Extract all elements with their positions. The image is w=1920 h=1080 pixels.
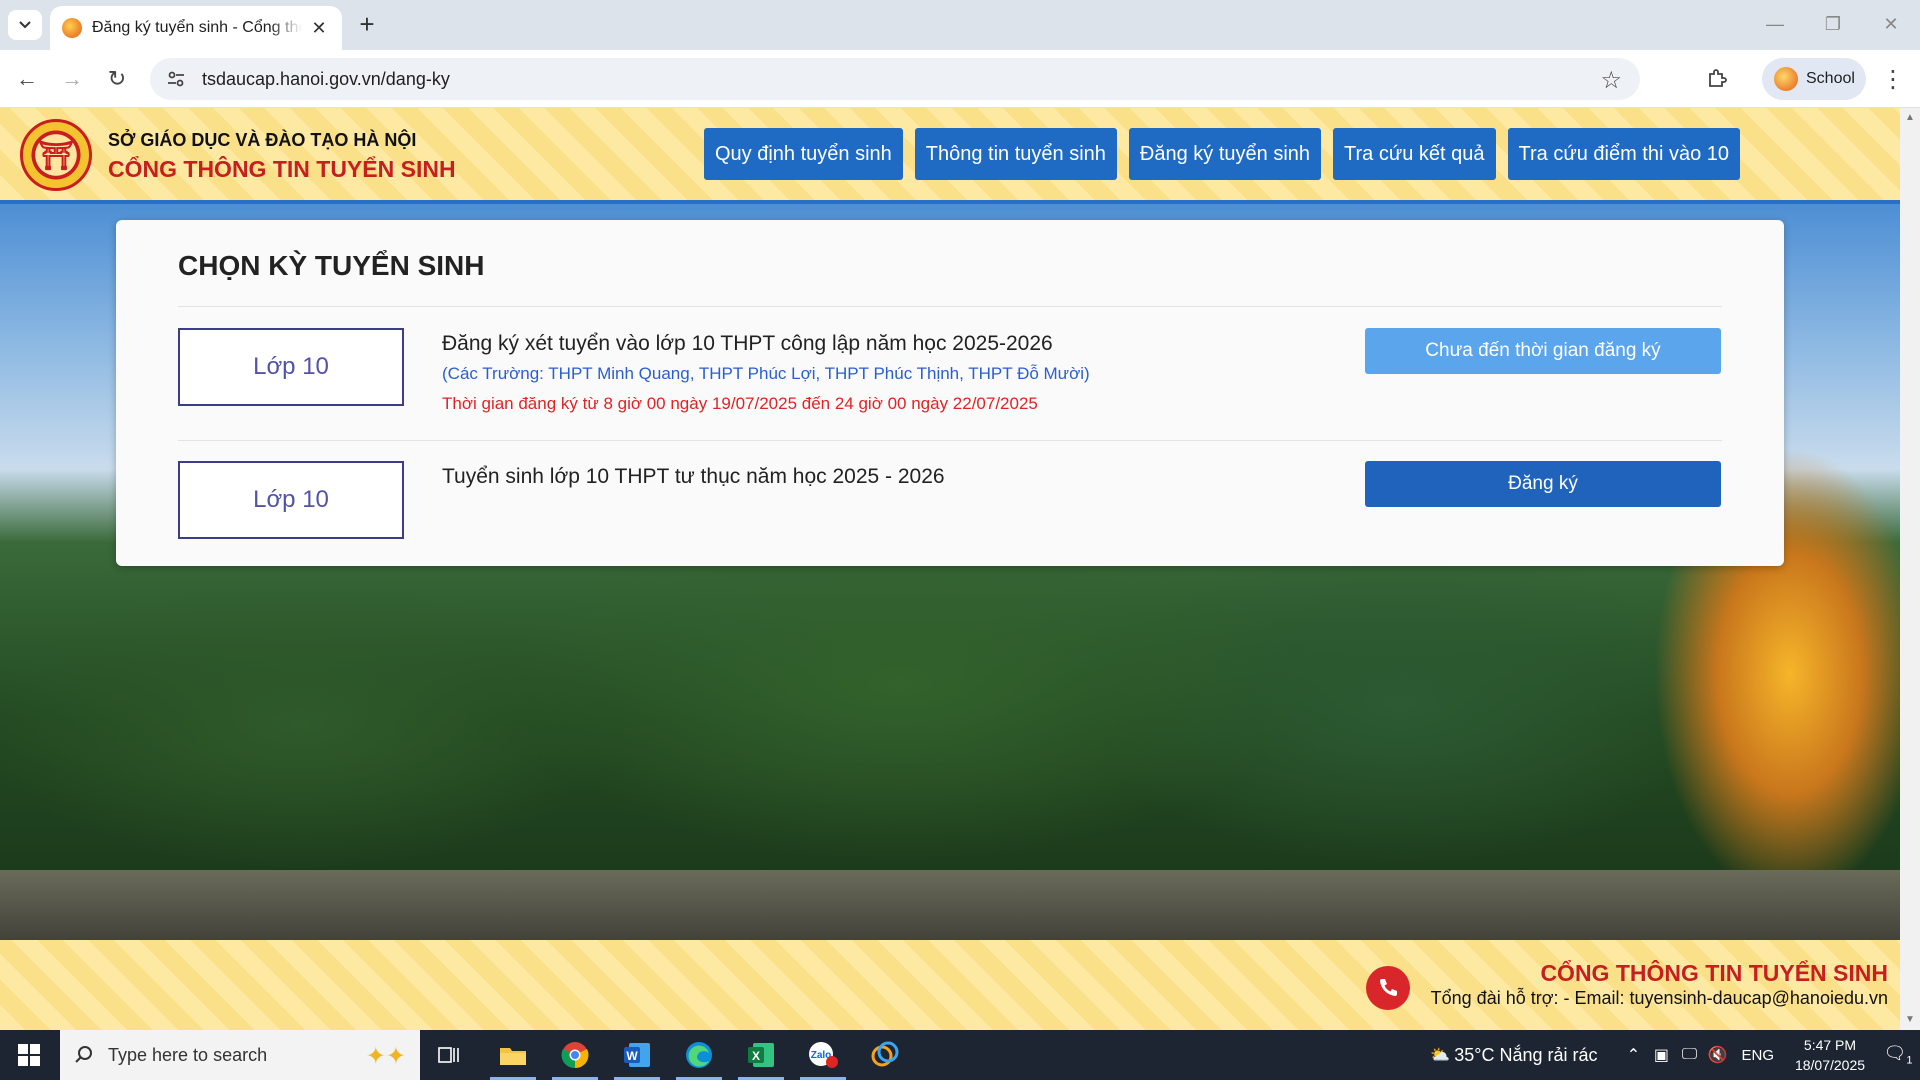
clock[interactable]: 5:47 PM 18/07/2025 [1784, 1035, 1876, 1075]
page-scrollbar[interactable]: ▲ ▼ [1900, 108, 1920, 1030]
main-nav: Quy định tuyển sinh Thông tin tuyển sinh… [704, 128, 1741, 180]
browser-toolbar: ← → ↻ tsdaucap.hanoi.gov.vn/dang-ky ☆ Sc… [0, 50, 1920, 108]
system-tray: ⛅ 35°C Nắng rải rác ⌃ ▣ 🖵 🔇 ENG 5:47 PM … [1426, 1030, 1920, 1080]
url-text: tsdaucap.hanoi.gov.vn/dang-ky [202, 68, 450, 89]
address-bar[interactable]: tsdaucap.hanoi.gov.vn/dang-ky ☆ [150, 58, 1640, 100]
zalo-icon[interactable]: Zalo [794, 1030, 852, 1080]
profile-name: School [1806, 70, 1855, 87]
enrollment-title: Đăng ký xét tuyển vào lớp 10 THPT công l… [442, 332, 1053, 355]
word-icon[interactable]: W [608, 1030, 666, 1080]
grade-box[interactable]: Lớp 10 [178, 461, 404, 539]
reload-icon[interactable]: ↻ [100, 62, 134, 96]
task-view-icon[interactable] [420, 1030, 478, 1080]
hero-ground [0, 870, 1900, 940]
site-header: ⛩ SỞ GIÁO DỤC VÀ ĐÀO TẠO HÀ NỘI CỔNG THÔ… [0, 108, 1900, 204]
browser-menu-icon[interactable]: ⋮ [1878, 62, 1908, 96]
back-icon[interactable]: ← [10, 62, 44, 96]
enrollment-time: Thời gian đăng ký từ 8 giờ 00 ngày 19/07… [442, 394, 1038, 413]
excel-icon[interactable]: X [732, 1030, 790, 1080]
window-controls: — ❐ ✕ [1746, 0, 1920, 48]
clock-date: 18/07/2025 [1794, 1057, 1866, 1073]
footer-brand: CỔNG THÔNG TIN TUYỂN SINH [1540, 960, 1888, 986]
file-explorer-icon[interactable] [484, 1030, 542, 1080]
divider [178, 306, 1722, 307]
close-tab-icon[interactable]: ✕ [308, 18, 330, 39]
search-icon [75, 1046, 92, 1063]
close-window-icon[interactable]: ✕ [1862, 0, 1920, 48]
svg-text:W: W [626, 1049, 638, 1063]
minimize-icon[interactable]: — [1746, 0, 1804, 48]
nav-dang-ky-tuyen-sinh[interactable]: Đăng ký tuyển sinh [1128, 128, 1322, 180]
extensions-icon[interactable] [1700, 62, 1734, 96]
tab-title: Đăng ký tuyển sinh - Cổng thông tin tuyể… [92, 19, 302, 36]
enrollment-schools: (Các Trường: THPT Minh Quang, THPT Phúc … [442, 364, 1090, 383]
grade-box[interactable]: Lớp 10 [178, 328, 404, 406]
network-icon[interactable]: 🖵 [1675, 1046, 1703, 1064]
register-button[interactable]: Đăng ký [1365, 461, 1721, 507]
notifications-icon[interactable]: 🗨1 [1876, 1043, 1920, 1067]
browser-tab-active[interactable]: Đăng ký tuyển sinh - Cổng thông tin tuyể… [50, 6, 342, 50]
windows-start-icon[interactable] [0, 1030, 58, 1080]
svg-text:X: X [752, 1049, 760, 1063]
page-viewport: ⛩ SỞ GIÁO DỤC VÀ ĐÀO TẠO HÀ NỘI CỔNG THÔ… [0, 108, 1900, 1030]
new-tab-button[interactable]: + [352, 10, 382, 40]
site-favicon-icon [62, 18, 82, 38]
copilot-sparkle-icon: ✦✦ [365, 1043, 406, 1070]
not-yet-open-button[interactable]: Chưa đến thời gian đăng ký [1365, 328, 1721, 374]
profile-button[interactable]: School [1762, 58, 1866, 100]
browser-tabstrip: Đăng ký tuyển sinh - Cổng thông tin tuyể… [0, 0, 1920, 50]
chevron-down-icon [19, 21, 31, 29]
edge-icon[interactable] [670, 1030, 728, 1080]
clock-time: 5:47 PM [1803, 1037, 1857, 1053]
weather-icon: ⛅ [1430, 1047, 1451, 1064]
volume-muted-icon[interactable]: 🔇 [1703, 1045, 1731, 1065]
weather-text[interactable]: 35°C Nắng rải rác [1454, 1045, 1597, 1066]
forward-icon[interactable]: → [55, 62, 89, 96]
notification-count: 1 [1906, 1054, 1913, 1067]
scroll-down-icon[interactable]: ▼ [1904, 1014, 1916, 1026]
portal-name: CỔNG THÔNG TIN TUYỂN SINH [108, 156, 456, 182]
site-footer: CỔNG THÔNG TIN TUYỂN SINH Tổng đài hỗ tr… [0, 940, 1900, 1030]
app-icon[interactable] [856, 1030, 914, 1080]
restore-icon[interactable]: ❐ [1804, 0, 1862, 48]
phone-icon[interactable] [1366, 966, 1410, 1010]
department-logo[interactable]: ⛩ [20, 119, 92, 191]
profile-avatar [1774, 67, 1798, 91]
tab-search-button[interactable] [8, 10, 42, 40]
chevron-up-icon[interactable]: ⌃ [1619, 1045, 1647, 1065]
taskbar-search[interactable]: Type here to search ✦✦ [60, 1030, 420, 1080]
nav-quy-dinh-tuyen-sinh[interactable]: Quy định tuyển sinh [704, 128, 903, 180]
chrome-icon[interactable] [546, 1030, 604, 1080]
nav-tra-cuu-ket-qua[interactable]: Tra cứu kết quả [1333, 128, 1496, 180]
nav-thong-tin-tuyen-sinh[interactable]: Thông tin tuyển sinh [914, 128, 1117, 180]
nav-tra-cuu-diem-thi[interactable]: Tra cứu điểm thi vào 10 [1507, 128, 1741, 180]
divider [178, 440, 1722, 441]
scroll-up-icon[interactable]: ▲ [1904, 112, 1916, 124]
search-placeholder: Type here to search [108, 1044, 268, 1065]
device-icon[interactable]: ▣ [1647, 1045, 1675, 1065]
enrollment-title: Tuyển sinh lớp 10 THPT tư thục năm học 2… [442, 465, 945, 488]
input-language[interactable]: ENG [1741, 1047, 1774, 1064]
taskbar: Type here to search ✦✦ W X Zalo ⛅ 35°C N… [0, 1030, 1920, 1080]
site-info-icon[interactable] [164, 67, 188, 91]
bookmark-star-icon[interactable]: ☆ [1600, 66, 1622, 95]
org-name: SỞ GIÁO DỤC VÀ ĐÀO TẠO HÀ NỘI [108, 130, 417, 150]
footer-contact: Tổng đài hỗ trợ: - Email: tuyensinh-dauc… [1430, 988, 1888, 1008]
card-title: CHỌN KỲ TUYỂN SINH [178, 250, 485, 281]
enrollment-card: CHỌN KỲ TUYỂN SINH Lớp 10 Đăng ký xét tu… [116, 220, 1784, 566]
